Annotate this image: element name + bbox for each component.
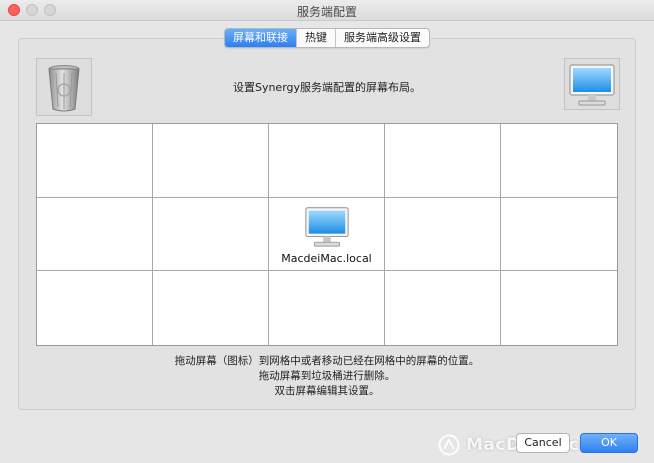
grid-cell[interactable] (37, 271, 153, 345)
grid-cell[interactable] (385, 271, 501, 345)
tab-bar: 屏幕和联接 热键 服务端高级设置 (224, 28, 430, 48)
layout-instruction: 设置Synergy服务端配置的屏幕布局。 (232, 81, 422, 94)
grid-cell[interactable] (385, 197, 501, 272)
grid-cell[interactable] (269, 271, 385, 345)
grid-cell[interactable] (385, 124, 501, 198)
title-bar: 服务端配置 (0, 0, 654, 21)
screen-name-label: MacdeiMac.local (281, 251, 372, 265)
help-text: 拖动屏幕（图标）到网格中或者移动已经在网格中的屏幕的位置。 拖动屏幕到垃圾桶进行… (0, 354, 654, 399)
grid-cell[interactable]: MacdeiMac.local (269, 197, 385, 272)
grid-cell[interactable] (269, 124, 385, 198)
screen-layout-grid[interactable]: MacdeiMac.local (36, 123, 618, 346)
grid-cell[interactable] (501, 197, 617, 272)
window-title: 服务端配置 (296, 5, 357, 19)
grid-cell[interactable] (153, 197, 269, 272)
grid-cell[interactable] (501, 271, 617, 345)
grid-cell[interactable] (153, 271, 269, 345)
screen-item[interactable]: MacdeiMac.local (269, 202, 384, 265)
grid-cell[interactable] (37, 197, 153, 272)
tab-screens-links[interactable]: 屏幕和联接 (225, 29, 296, 47)
help-line: 拖动屏幕（图标）到网格中或者移动已经在网格中的屏幕的位置。 (174, 355, 480, 367)
watermark-logo-icon (438, 434, 460, 456)
tab-advanced-server-settings[interactable]: 服务端高级设置 (335, 29, 429, 47)
help-line: 双击屏幕编辑其设置。 (274, 385, 380, 397)
ok-button[interactable]: OK (580, 433, 638, 453)
tab-hotkeys[interactable]: 热键 (296, 29, 335, 47)
monitor-icon (304, 206, 349, 247)
help-line: 拖动屏幕到垃圾桶进行删除。 (258, 370, 396, 382)
grid-cell[interactable] (501, 124, 617, 198)
grid-cell[interactable] (37, 124, 153, 198)
cancel-button[interactable]: Cancel (516, 433, 570, 453)
grid-cell[interactable] (153, 124, 269, 198)
